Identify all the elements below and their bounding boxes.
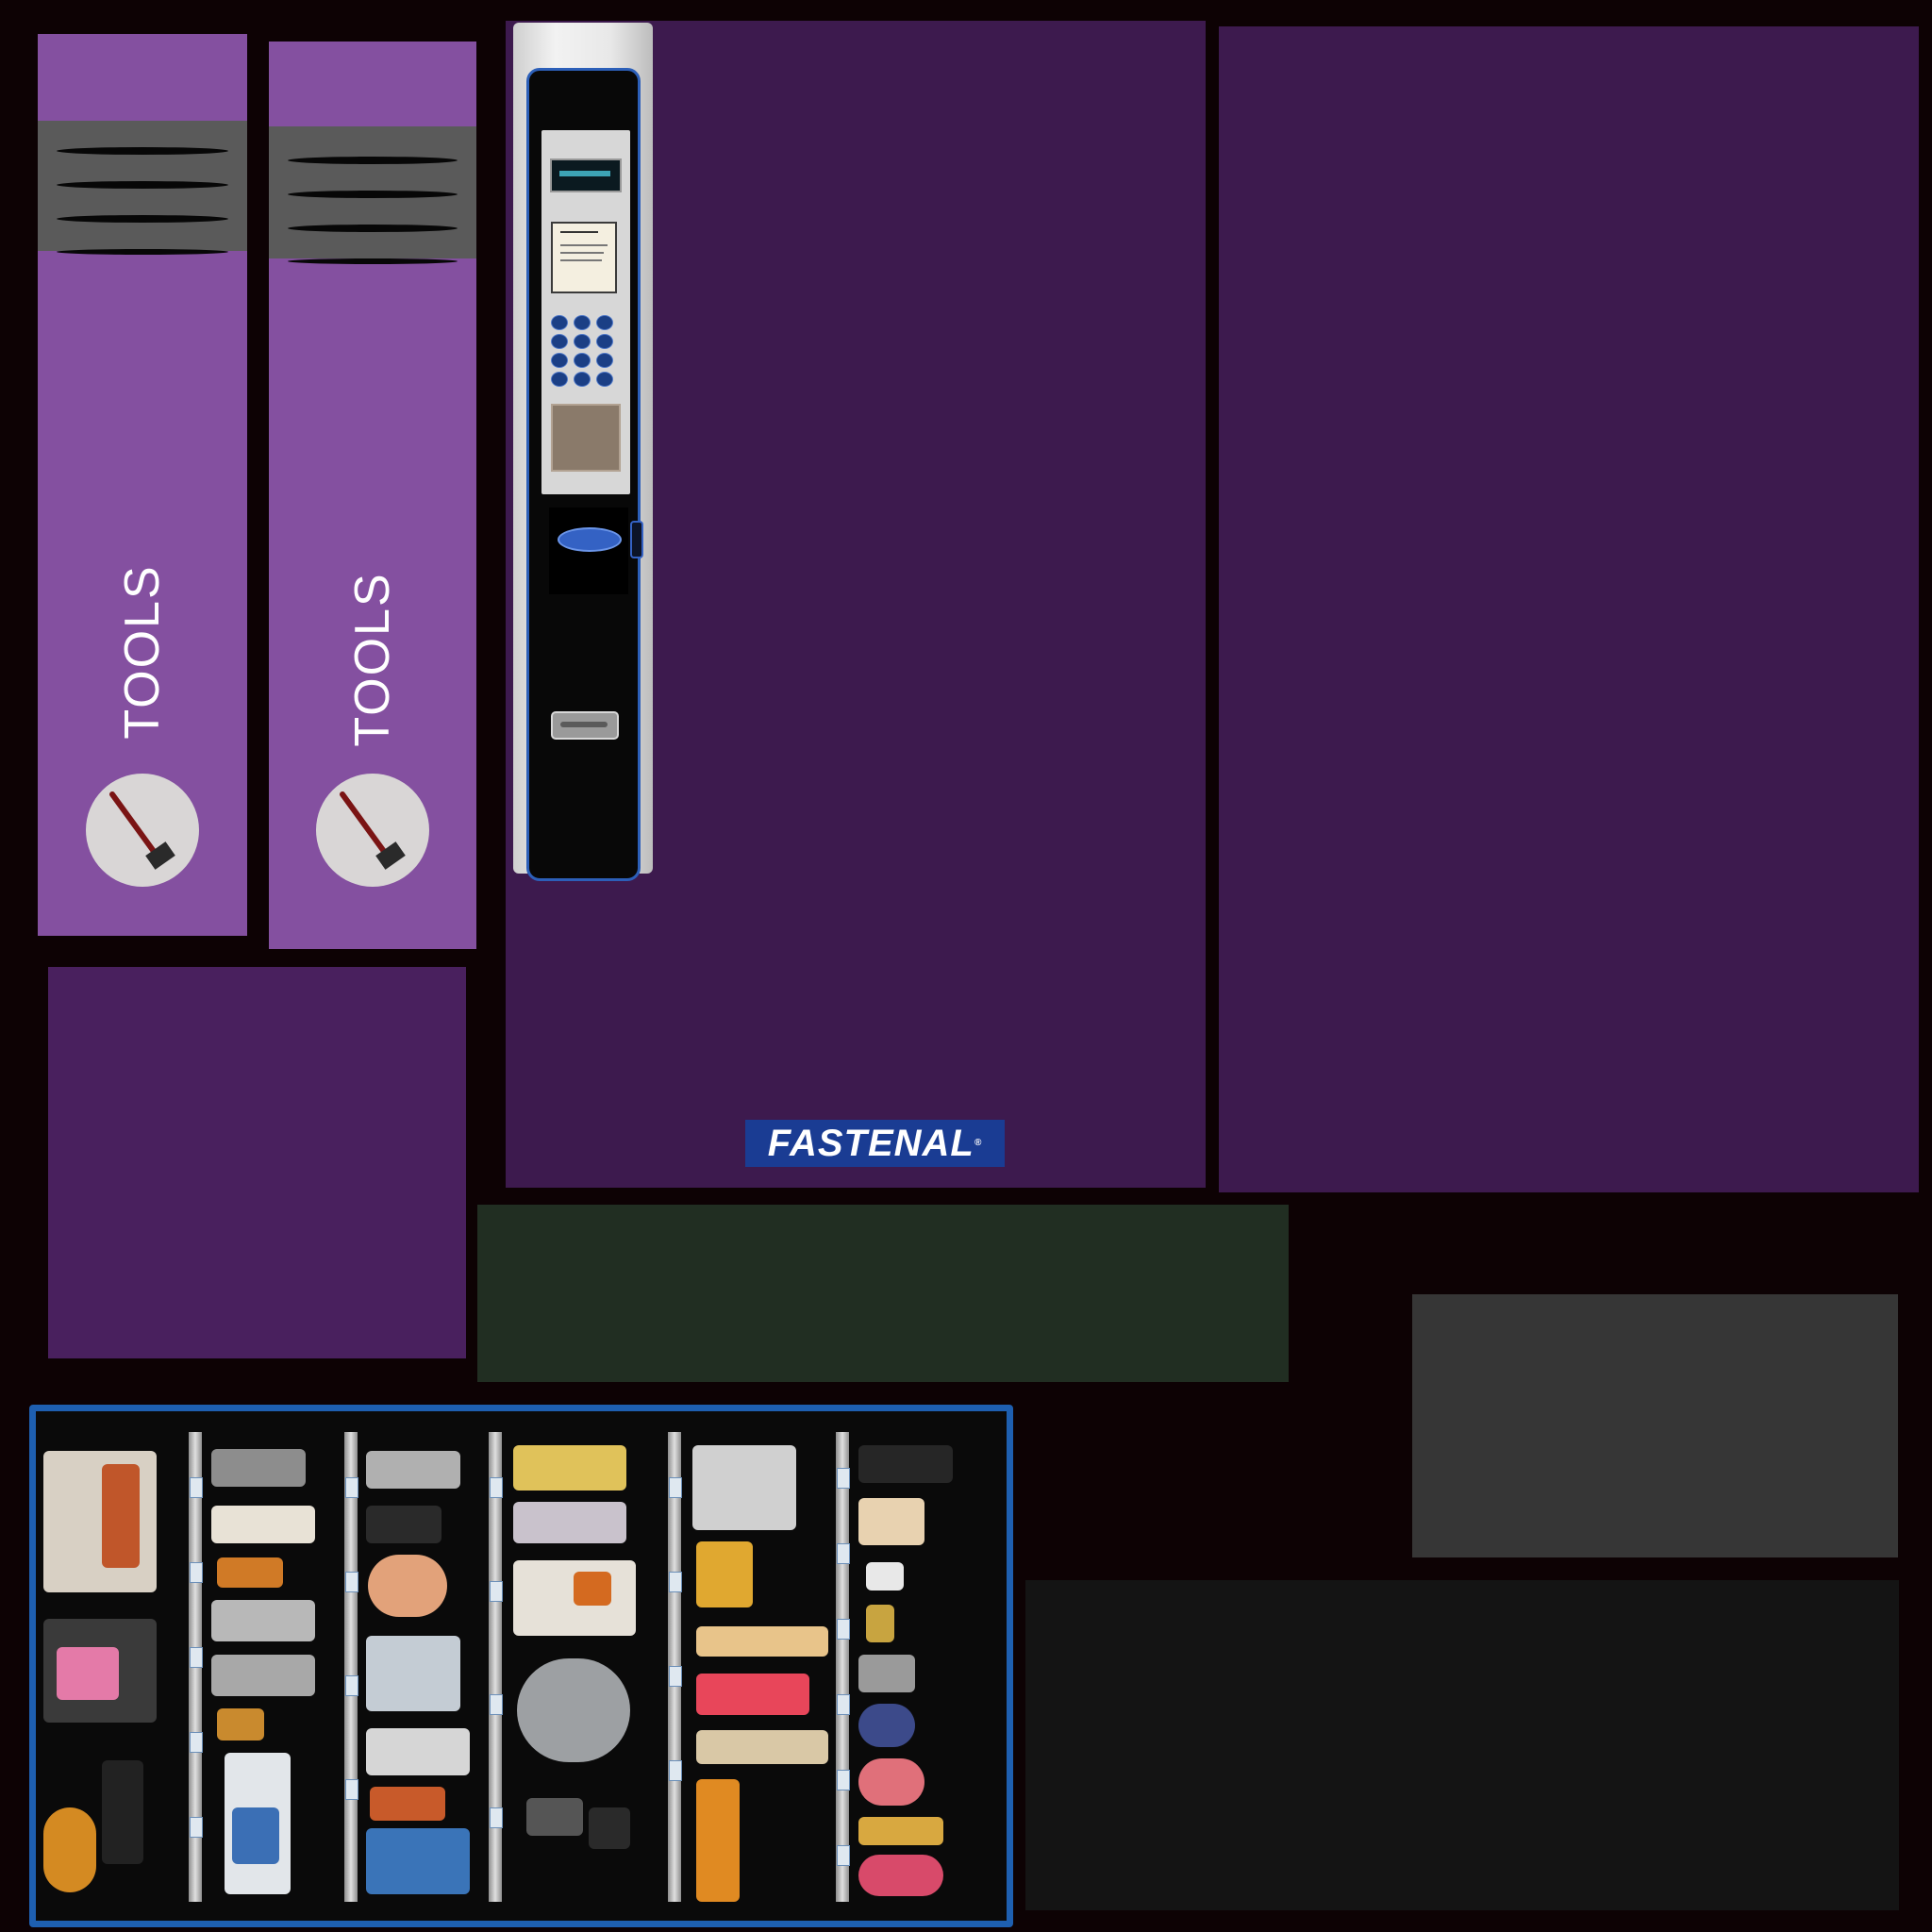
- supply-item[interactable]: [692, 1445, 796, 1530]
- supply-item[interactable]: [217, 1708, 264, 1740]
- hammer-icon: [340, 791, 406, 870]
- bin-label: [669, 1666, 682, 1687]
- fastenal-logo: FASTENAL®: [745, 1120, 1005, 1167]
- bin-label: [837, 1468, 850, 1489]
- supply-item[interactable]: [696, 1779, 740, 1902]
- supply-item[interactable]: [370, 1787, 445, 1821]
- hammer-icon: [109, 791, 175, 870]
- supply-item[interactable]: [513, 1445, 626, 1491]
- supply-item[interactable]: [517, 1658, 630, 1762]
- supply-item[interactable]: [696, 1674, 809, 1715]
- bin-label: [837, 1543, 850, 1564]
- bin-label: [837, 1694, 850, 1715]
- supply-item[interactable]: [57, 1647, 119, 1700]
- tools-panel-left: TOOLS: [38, 34, 247, 936]
- supply-item[interactable]: [858, 1855, 943, 1896]
- supply-item[interactable]: [858, 1655, 915, 1692]
- supply-item[interactable]: [366, 1728, 470, 1775]
- bin-label: [669, 1760, 682, 1781]
- supply-item[interactable]: [232, 1807, 279, 1864]
- tools-label: TOOLS: [115, 564, 170, 740]
- supply-item[interactable]: [858, 1758, 924, 1806]
- bin-label: [190, 1817, 203, 1838]
- supply-item[interactable]: [43, 1451, 157, 1592]
- supply-item[interactable]: [102, 1464, 140, 1568]
- bin-label: [345, 1779, 358, 1800]
- tools-badge: [86, 774, 199, 887]
- vending-kiosk: [513, 23, 653, 881]
- bin-label: [345, 1477, 358, 1498]
- supply-item[interactable]: [858, 1498, 924, 1545]
- bin-label: [190, 1477, 203, 1498]
- purple-panel-small: [48, 967, 466, 1358]
- supply-item[interactable]: [211, 1449, 306, 1487]
- supply-item[interactable]: [211, 1600, 315, 1641]
- kiosk-instructions: [551, 222, 617, 293]
- bin-label: [190, 1647, 203, 1668]
- tools-badge: [316, 774, 429, 887]
- tools-panel-right: TOOLS: [269, 42, 476, 949]
- purple-panel-front: FASTENAL®: [506, 21, 1206, 1188]
- supply-item[interactable]: [696, 1626, 828, 1657]
- supply-item[interactable]: [366, 1828, 470, 1894]
- supply-item[interactable]: [696, 1730, 828, 1764]
- supply-item[interactable]: [43, 1807, 96, 1892]
- scanner-icon: [558, 527, 622, 552]
- bin-label: [190, 1562, 203, 1583]
- purple-panel-side: [1219, 26, 1919, 1192]
- kiosk-console: [541, 130, 630, 494]
- supply-item[interactable]: [589, 1807, 630, 1849]
- supply-drawer: [29, 1405, 1013, 1927]
- gray-panel: [1412, 1294, 1898, 1557]
- tools-label: TOOLS: [345, 572, 400, 747]
- bin-label: [490, 1694, 503, 1715]
- supply-item[interactable]: [366, 1636, 460, 1711]
- drawer-divider: [836, 1432, 849, 1902]
- supply-item[interactable]: [526, 1798, 583, 1836]
- green-panel: [477, 1205, 1289, 1382]
- dark-panel: [1025, 1580, 1899, 1910]
- logo-registered-mark: ®: [974, 1138, 983, 1148]
- supply-item[interactable]: [866, 1605, 894, 1642]
- supply-item[interactable]: [366, 1506, 441, 1543]
- bin-label: [490, 1477, 503, 1498]
- supply-item[interactable]: [217, 1557, 283, 1588]
- supply-item[interactable]: [858, 1445, 953, 1483]
- supply-item[interactable]: [211, 1506, 315, 1543]
- supply-item[interactable]: [102, 1760, 143, 1864]
- logo-text: FASTENAL: [767, 1123, 974, 1164]
- bin-label: [190, 1732, 203, 1753]
- scanner-button[interactable]: [630, 521, 643, 558]
- door-handle[interactable]: [551, 711, 619, 740]
- supply-item[interactable]: [211, 1655, 315, 1696]
- supply-item[interactable]: [696, 1541, 753, 1607]
- kiosk-display: [550, 158, 622, 192]
- bin-label: [669, 1572, 682, 1592]
- bin-label: [345, 1572, 358, 1592]
- supply-item[interactable]: [858, 1704, 915, 1747]
- bin-label: [837, 1770, 850, 1790]
- bin-label: [490, 1807, 503, 1828]
- supply-item[interactable]: [858, 1817, 943, 1845]
- bin-label: [837, 1845, 850, 1866]
- supply-item[interactable]: [513, 1502, 626, 1543]
- supply-item[interactable]: [366, 1451, 460, 1489]
- card-reader[interactable]: [551, 404, 621, 472]
- vent-grille: [269, 126, 476, 264]
- supply-item[interactable]: [866, 1562, 904, 1591]
- supply-item[interactable]: [368, 1555, 447, 1617]
- bin-label: [837, 1619, 850, 1640]
- supply-item[interactable]: [574, 1572, 611, 1606]
- bin-label: [345, 1675, 358, 1696]
- drawer-divider: [344, 1432, 358, 1902]
- vent-grille: [38, 121, 247, 255]
- drawer-divider: [489, 1432, 502, 1902]
- bin-label: [490, 1581, 503, 1602]
- bin-label: [669, 1477, 682, 1498]
